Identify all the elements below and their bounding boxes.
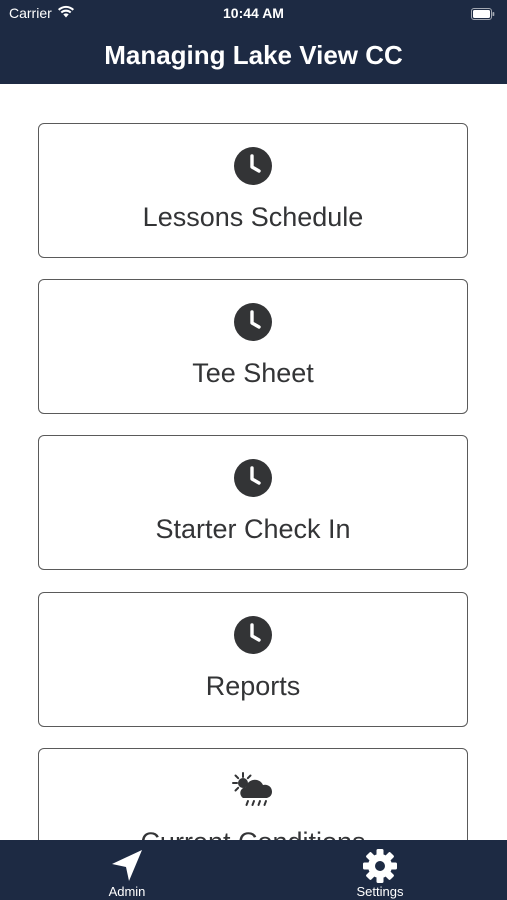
menu-item-label: Current Conditions <box>39 827 467 840</box>
page-title: Managing Lake View CC <box>104 40 403 70</box>
status-bar: Carrier 10:44 AM <box>0 0 507 28</box>
app-header: Carrier 10:44 AM Managing Lake View CC <box>0 0 507 84</box>
tee-sheet-button[interactable]: Tee Sheet <box>38 279 468 414</box>
tab-settings[interactable]: Settings <box>320 846 440 900</box>
menu-item-label: Lessons Schedule <box>142 202 364 232</box>
menu-item-label: Starter Check In <box>155 514 351 544</box>
clock-icon <box>39 615 467 655</box>
menu-item-label: Tee Sheet <box>192 358 314 388</box>
clock-icon <box>39 458 467 498</box>
tab-label-settings: Settings <box>356 884 404 899</box>
menu-item-label: Reports <box>205 671 301 701</box>
tab-label-admin: Admin <box>108 884 146 899</box>
reports-button[interactable]: Reports <box>38 592 468 727</box>
weather-icon <box>39 771 467 811</box>
current-conditions-button[interactable]: Current Conditions <box>38 748 468 840</box>
gear-icon <box>320 848 440 884</box>
lessons-schedule-button[interactable]: Lessons Schedule <box>38 123 468 258</box>
clock-icon <box>39 302 467 342</box>
tab-admin[interactable]: Admin <box>67 846 187 900</box>
tab-bar: Admin Settings <box>0 840 507 900</box>
battery-icon <box>471 7 495 20</box>
starter-check-in-button[interactable]: Starter Check In <box>38 435 468 570</box>
status-time: 10:44 AM <box>223 5 284 21</box>
menu-list[interactable]: Lessons Schedule Tee Sheet Starter Check… <box>0 84 507 840</box>
clock-icon <box>39 146 467 186</box>
location-arrow-icon <box>67 848 187 884</box>
